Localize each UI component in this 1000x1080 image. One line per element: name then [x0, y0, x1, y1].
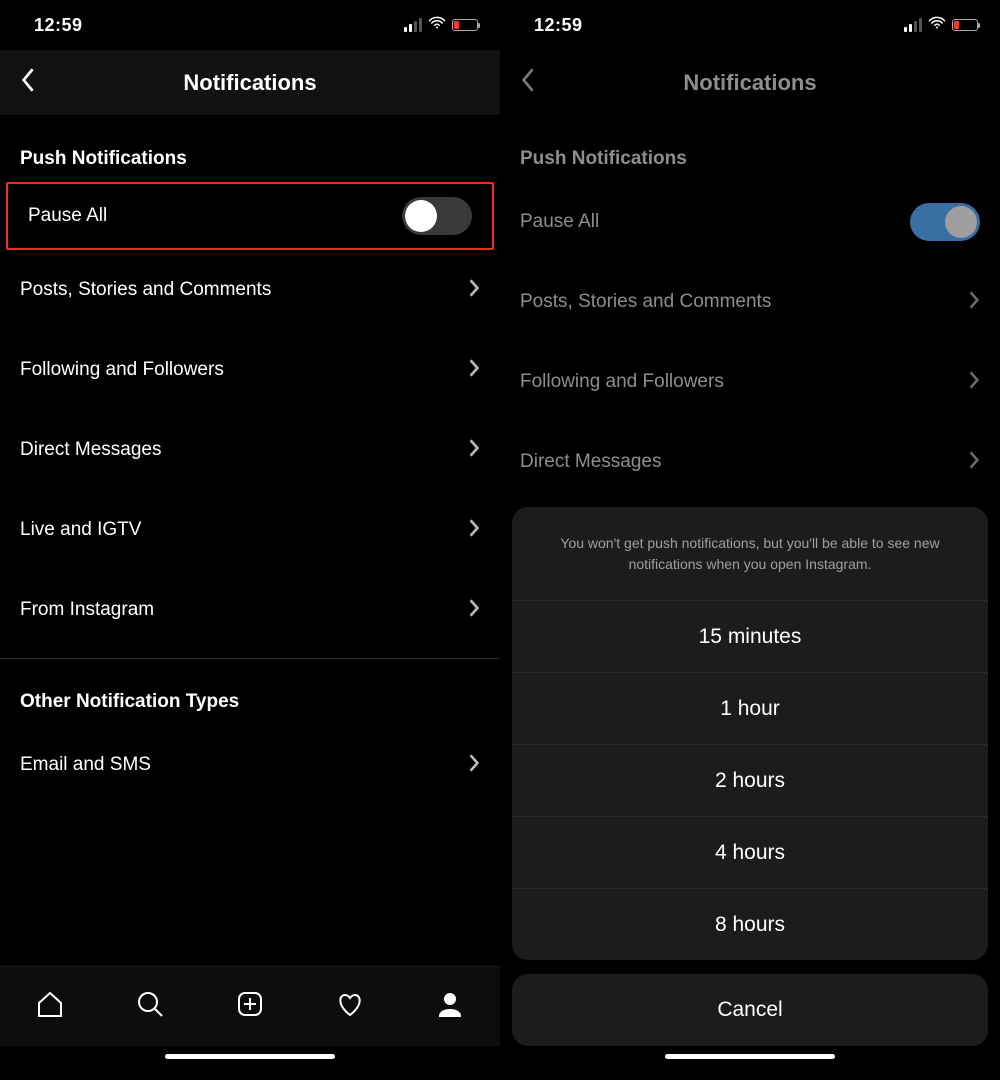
phone-right: 12:59 Notifications Push Notifications P… [500, 0, 1000, 1080]
status-time: 12:59 [534, 15, 583, 36]
wifi-icon [928, 14, 946, 37]
row-label: Posts, Stories and Comments [520, 291, 771, 313]
chevron-right-icon [468, 518, 480, 543]
tab-home[interactable] [35, 989, 65, 1024]
option-8-hours[interactable]: 8 hours [512, 888, 988, 960]
battery-icon [952, 19, 978, 31]
chevron-right-icon [968, 450, 980, 475]
row-label: Live and IGTV [20, 519, 141, 541]
row-label: Direct Messages [20, 439, 162, 461]
status-bar: 12:59 [500, 0, 1000, 50]
row-label: Pause All [28, 205, 107, 227]
row-live-igtv[interactable]: Live and IGTV [0, 490, 500, 570]
row-label: Following and Followers [520, 371, 724, 393]
row-posts-stories-comments[interactable]: Posts, Stories and Comments [0, 250, 500, 330]
action-sheet-container: You won't get push notifications, but yo… [500, 507, 1000, 1046]
row-direct-messages[interactable]: Direct Messages [0, 410, 500, 490]
chevron-right-icon [468, 753, 480, 778]
cancel-button[interactable]: Cancel [512, 974, 988, 1046]
chevron-right-icon [468, 598, 480, 623]
phone-left: 12:59 Notifications Push Notifications P… [0, 0, 500, 1080]
row-label: Posts, Stories and Comments [20, 279, 271, 301]
row-pause-all[interactable]: Pause All [6, 182, 494, 250]
row-label: Pause All [520, 211, 599, 233]
page-title: Notifications [0, 70, 500, 96]
option-4-hours[interactable]: 4 hours [512, 816, 988, 888]
back-button[interactable] [520, 66, 538, 99]
section-header-other: Other Notification Types [0, 659, 500, 725]
option-2-hours[interactable]: 2 hours [512, 744, 988, 816]
row-following-followers[interactable]: Following and Followers [0, 330, 500, 410]
pause-all-toggle[interactable] [910, 203, 980, 241]
row-direct-messages[interactable]: Direct Messages [500, 422, 1000, 502]
tab-bar [0, 966, 500, 1046]
nav-header: Notifications [500, 50, 1000, 116]
tab-add[interactable] [235, 989, 265, 1024]
pause-all-toggle[interactable] [402, 197, 472, 235]
page-title: Notifications [500, 70, 1000, 96]
row-from-instagram[interactable]: From Instagram [0, 570, 500, 650]
row-email-sms[interactable]: Email and SMS [0, 725, 500, 805]
cellular-icon [904, 18, 922, 32]
row-following-followers[interactable]: Following and Followers [500, 342, 1000, 422]
status-bar: 12:59 [0, 0, 500, 50]
row-pause-all[interactable]: Pause All [500, 182, 1000, 262]
chevron-right-icon [468, 278, 480, 303]
back-button[interactable] [20, 66, 38, 99]
cellular-icon [404, 18, 422, 32]
row-label: Direct Messages [520, 451, 662, 473]
chevron-right-icon [468, 438, 480, 463]
row-label: Email and SMS [20, 754, 151, 776]
tab-profile[interactable] [435, 989, 465, 1024]
pause-duration-sheet: You won't get push notifications, but yo… [512, 507, 988, 960]
chevron-right-icon [468, 358, 480, 383]
section-header-push: Push Notifications [0, 116, 500, 182]
row-label: Following and Followers [20, 359, 224, 381]
section-header-push: Push Notifications [500, 116, 1000, 182]
status-time: 12:59 [34, 15, 83, 36]
home-indicator [0, 1046, 500, 1080]
home-indicator [500, 1046, 1000, 1080]
status-icons [404, 14, 478, 37]
sheet-message: You won't get push notifications, but yo… [512, 507, 988, 600]
battery-icon [452, 19, 478, 31]
status-icons [904, 14, 978, 37]
chevron-right-icon [968, 290, 980, 315]
option-15-minutes[interactable]: 15 minutes [512, 600, 988, 672]
tab-activity[interactable] [335, 989, 365, 1024]
option-1-hour[interactable]: 1 hour [512, 672, 988, 744]
row-label: From Instagram [20, 599, 154, 621]
row-posts-stories-comments[interactable]: Posts, Stories and Comments [500, 262, 1000, 342]
chevron-right-icon [968, 370, 980, 395]
tab-search[interactable] [135, 989, 165, 1024]
wifi-icon [428, 14, 446, 37]
nav-header: Notifications [0, 50, 500, 116]
